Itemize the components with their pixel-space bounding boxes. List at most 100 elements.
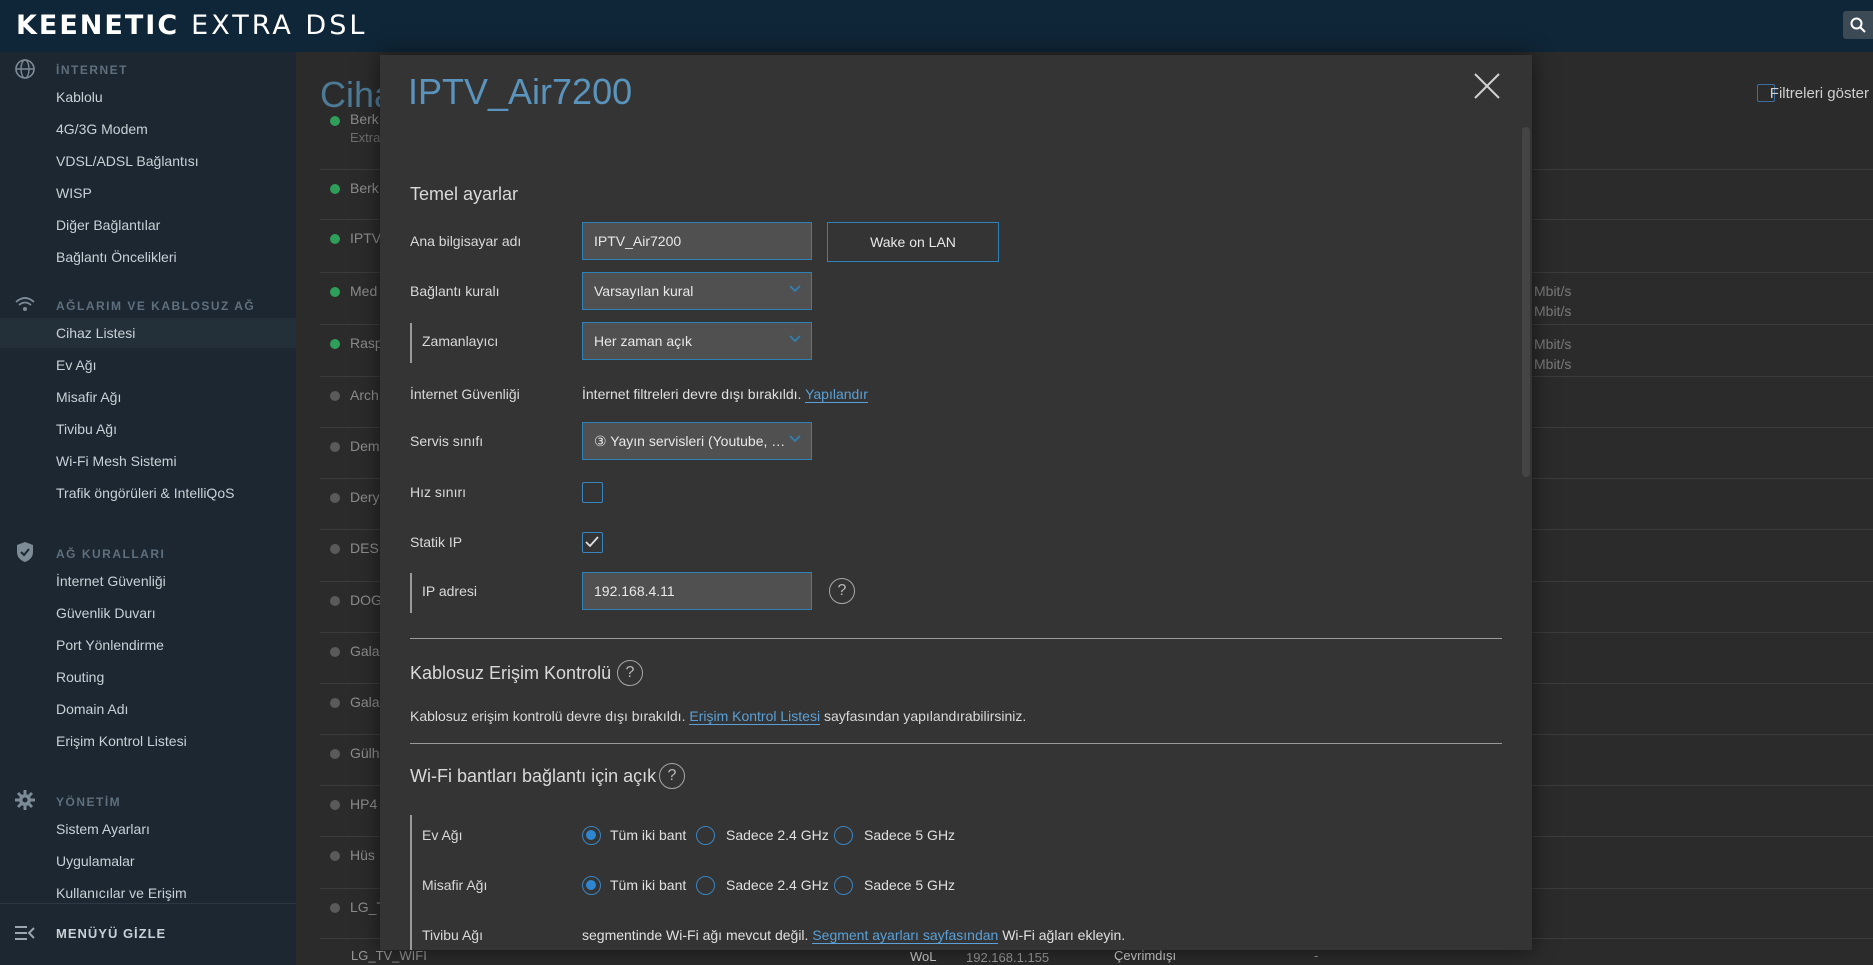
sidebar-item-domain[interactable]: Domain Adı xyxy=(56,701,128,717)
hostname-label: Ana bilgisayar adı xyxy=(410,233,522,249)
device-subtitle: Extra xyxy=(350,130,381,145)
device-name: Hüs xyxy=(350,847,375,863)
sidebar-item-users[interactable]: Kullanıcılar ve Erişim xyxy=(56,885,187,901)
section-basic-settings: Temel ayarlar xyxy=(410,184,519,204)
menu-collapse-icon xyxy=(15,926,35,940)
acl-link[interactable]: Erişim Kontrol Listesi xyxy=(689,708,821,725)
device-name: Gala xyxy=(350,643,380,659)
device-name: Gala xyxy=(350,694,380,710)
sidebar-item-tivibu-network[interactable]: Tivibu Ağı xyxy=(56,421,117,437)
chevron-down-icon xyxy=(789,335,801,343)
device-name: Berk xyxy=(350,180,379,196)
sidebar-item-apps[interactable]: Uygulamalar xyxy=(56,853,135,869)
home-5ghz-radio[interactable] xyxy=(834,826,853,845)
internet-security-status: İnternet filtreleri devre dışı bırakıldı… xyxy=(582,386,868,403)
device-name: HP4 xyxy=(350,796,378,812)
dialog-scrollbar[interactable] xyxy=(1522,127,1530,477)
section-divider xyxy=(410,743,1502,744)
wake-on-lan-button[interactable]: Wake on LAN xyxy=(827,222,999,262)
sidebar-item-kablolu[interactable]: Kablolu xyxy=(56,89,103,105)
guest-5ghz-radio[interactable] xyxy=(834,876,853,895)
connection-rule-value: Varsayılan kural xyxy=(594,283,694,299)
sidebar-item-priorities[interactable]: Bağlantı Öncelikleri xyxy=(56,249,177,265)
status-dot xyxy=(330,287,340,297)
sidebar-item-acl[interactable]: Erişim Kontrol Listesi xyxy=(56,733,187,749)
rate-text: Mbit/s xyxy=(1534,303,1572,319)
sidebar-item-firewall[interactable]: Güvenlik Duvarı xyxy=(56,605,156,621)
logo-brand: KEENETIC xyxy=(16,10,180,41)
sidebar-item-wisp[interactable]: WISP xyxy=(56,185,92,201)
wifi-icon xyxy=(15,297,35,311)
sidebar-item-guest-network[interactable]: Misafir Ağı xyxy=(56,389,121,405)
sidebar-active-highlight xyxy=(0,318,296,348)
device-name: Med xyxy=(350,283,378,299)
internet-security-text: İnternet filtreleri devre dışı bırakıldı… xyxy=(582,386,802,402)
status-dot xyxy=(330,851,340,861)
speed-limit-label: Hız sınırı xyxy=(410,484,467,500)
device-name: Gülh xyxy=(350,745,380,761)
status-dot xyxy=(330,698,340,708)
indent-bar xyxy=(410,815,412,950)
device-name: Dem xyxy=(350,438,380,454)
home-2-4ghz-radio[interactable] xyxy=(696,826,715,845)
static-ip-checkbox[interactable] xyxy=(582,532,603,553)
search-icon xyxy=(1850,17,1866,33)
status-dot xyxy=(330,234,340,244)
section-wifi-bands: Wi-Fi bantları bağlantı için açık xyxy=(410,766,657,786)
wac-text: Kablosuz erişim kontrolü devre dışı bıra… xyxy=(410,708,686,724)
help-icon[interactable]: ? xyxy=(659,763,685,789)
home-both-bands-radio[interactable] xyxy=(582,826,601,845)
status-dot xyxy=(330,903,340,913)
section-divider xyxy=(410,638,1502,639)
search-button[interactable] xyxy=(1843,11,1873,39)
sidebar-item-system-settings[interactable]: Sistem Ayarları xyxy=(56,821,150,837)
dialog-title: IPTV_Air7200 xyxy=(408,71,633,112)
rate-text: Mbit/s xyxy=(1534,356,1572,372)
bottom-device-name: LG_TV_WIFI xyxy=(351,948,427,963)
sidebar-item-routing[interactable]: Routing xyxy=(56,669,104,685)
sidebar-item-internet-security[interactable]: İnternet Güvenliği xyxy=(56,573,166,589)
tivibu-network-label: Tivibu Ağı xyxy=(422,927,483,943)
wac-suffix: sayfasından yapılandırabilirsiniz. xyxy=(823,708,1027,724)
device-name: DOG xyxy=(350,592,382,608)
wac-status: Kablosuz erişim kontrolü devre dışı bıra… xyxy=(410,708,1027,725)
tivibu-text: segmentinde Wi-Fi ağı mevcut değil. xyxy=(582,927,809,943)
sidebar-item-traffic[interactable]: Trafik öngörüleri & IntelliQoS xyxy=(56,485,234,501)
help-icon[interactable]: ? xyxy=(829,578,855,604)
device-name: DESI xyxy=(350,540,383,556)
rate-text: Mbit/s xyxy=(1534,336,1572,352)
configure-link[interactable]: Yapılandır xyxy=(805,386,868,403)
hide-menu-bar[interactable]: MENÜYÜ GİZLE xyxy=(0,903,296,965)
speed-limit-checkbox[interactable] xyxy=(582,482,603,503)
globe-icon xyxy=(15,59,35,79)
guest-both-bands-radio[interactable] xyxy=(582,876,601,895)
scheduler-select[interactable]: Her zaman açık xyxy=(582,322,812,360)
radio-label: Sadece 5 GHz xyxy=(864,877,956,893)
sidebar-item-home-network[interactable]: Ev Ağı xyxy=(56,357,96,373)
bottom-device-status: Çevrimdışı xyxy=(1114,948,1177,963)
guest-network-label: Misafir Ağı xyxy=(422,877,488,893)
guest-2-4ghz-radio[interactable] xyxy=(696,876,715,895)
hostname-input[interactable]: IPTV_Air7200 xyxy=(582,222,812,260)
status-dot xyxy=(330,339,340,349)
bottom-device-wol[interactable]: WoL xyxy=(910,949,937,964)
sidebar-item-mesh[interactable]: Wi-Fi Mesh Sistemi xyxy=(56,453,177,469)
section-title-networks: AĞLARIM VE KABLOSUZ AĞ xyxy=(56,299,256,313)
internet-security-label: İnternet Güvenliği xyxy=(410,386,520,402)
status-dot xyxy=(330,647,340,657)
service-class-select[interactable]: ③ Yayın servisleri (Youtube, … xyxy=(582,422,812,460)
ip-address-input[interactable]: 192.168.4.11 xyxy=(582,572,812,610)
connection-rule-select[interactable]: Varsayılan kural xyxy=(582,272,812,310)
sidebar-item-vdsl[interactable]: VDSL/ADSL Bağlantısı xyxy=(56,153,199,169)
sidebar-item-modem[interactable]: 4G/3G Modem xyxy=(56,121,148,137)
close-icon[interactable] xyxy=(1472,71,1502,101)
radio-label: Tüm iki bant xyxy=(610,827,687,843)
segment-settings-link[interactable]: Segment ayarları sayfasından xyxy=(812,927,999,944)
sidebar-item-other-connections[interactable]: Diğer Bağlantılar xyxy=(56,217,160,233)
tivibu-status: segmentinde Wi-Fi ağı mevcut değil. Segm… xyxy=(582,927,1125,944)
sidebar-item-device-list[interactable]: Cihaz Listesi xyxy=(56,325,135,341)
sidebar-item-port-forwarding[interactable]: Port Yönlendirme xyxy=(56,637,164,653)
help-icon[interactable]: ? xyxy=(617,660,643,686)
status-dot xyxy=(330,442,340,452)
chevron-down-icon xyxy=(789,285,801,293)
